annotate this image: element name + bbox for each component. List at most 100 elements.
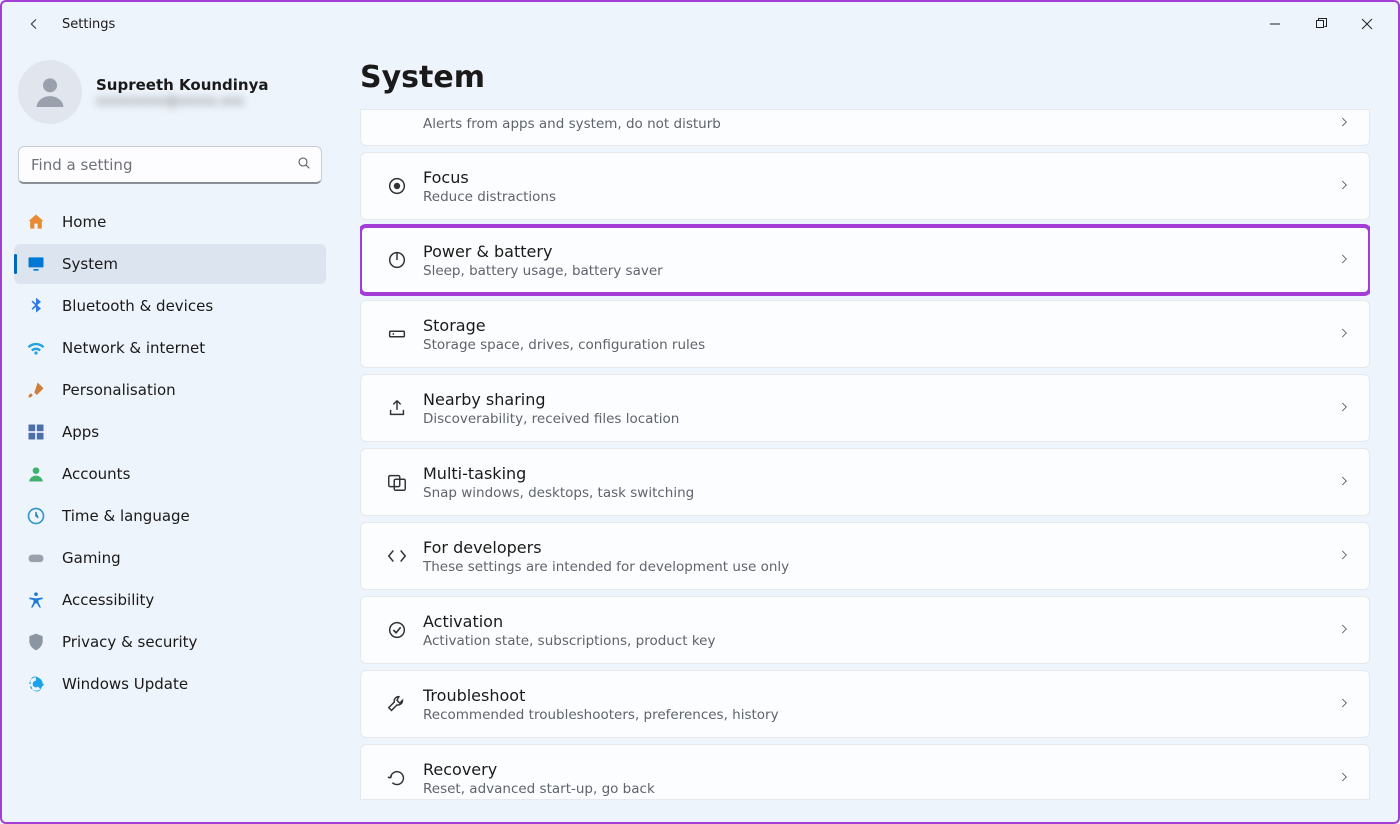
card-subtitle: Alerts from apps and system, do not dist…	[423, 116, 1337, 132]
card-title: Multi-tasking	[423, 463, 1337, 485]
settings-card-troubleshoot[interactable]: TroubleshootRecommended troubleshooters,…	[360, 670, 1370, 738]
chevron-right-icon	[1337, 695, 1351, 714]
chevron-right-icon	[1337, 399, 1351, 418]
avatar	[18, 60, 82, 124]
settings-card-multi-tasking[interactable]: Multi-taskingSnap windows, desktops, tas…	[360, 448, 1370, 516]
settings-card-recovery[interactable]: RecoveryReset, advanced start-up, go bac…	[360, 744, 1370, 800]
search-icon[interactable]	[296, 155, 312, 175]
nav-item-privacy-security[interactable]: Privacy & security	[14, 622, 326, 662]
card-subtitle: These settings are intended for developm…	[423, 559, 1337, 575]
display-icon	[26, 254, 46, 274]
shield-icon	[26, 632, 46, 652]
focus-icon	[377, 175, 417, 197]
multitask-icon	[377, 471, 417, 493]
settings-card-focus[interactable]: FocusReduce distractions	[360, 152, 1370, 220]
card-title: Focus	[423, 167, 1337, 189]
card-subtitle: Snap windows, desktops, task switching	[423, 485, 1337, 501]
share-icon	[377, 397, 417, 419]
wifi-icon	[26, 338, 46, 358]
card-subtitle: Discoverability, received files location	[423, 411, 1337, 427]
nav-item-accounts[interactable]: Accounts	[14, 454, 326, 494]
home-icon	[26, 212, 46, 232]
settings-card-for-developers[interactable]: For developersThese settings are intende…	[360, 522, 1370, 590]
maximize-button[interactable]	[1298, 8, 1344, 40]
wrench-icon	[377, 693, 417, 715]
close-button[interactable]	[1344, 8, 1390, 40]
nav-item-system[interactable]: System	[14, 244, 326, 284]
chevron-right-icon	[1337, 114, 1351, 133]
settings-card-alerts-from-apps-and-system-do-not-disturb[interactable]: Alerts from apps and system, do not dist…	[360, 109, 1370, 146]
profile-email: xxxxxxxxx@xxxxx.xxx	[96, 94, 269, 109]
settings-card-activation[interactable]: ActivationActivation state, subscription…	[360, 596, 1370, 664]
chevron-right-icon	[1337, 547, 1351, 566]
card-subtitle: Reduce distractions	[423, 189, 1337, 205]
nav-item-label: Privacy & security	[62, 633, 197, 651]
accessibility-icon	[26, 590, 46, 610]
card-title: Power & battery	[423, 241, 1337, 263]
nav-list: Home System Bluetooth & devices Network & i…	[14, 202, 326, 704]
nav-item-label: System	[62, 255, 118, 273]
card-title: Activation	[423, 611, 1337, 633]
nav-item-label: Time & language	[62, 507, 190, 525]
card-subtitle: Sleep, battery usage, battery saver	[423, 263, 1337, 279]
apps-icon	[26, 422, 46, 442]
nav-item-label: Windows Update	[62, 675, 188, 693]
page-title: System	[360, 60, 1370, 95]
main-content: System Alerts from apps and system, do n…	[338, 46, 1398, 822]
nav-item-label: Accessibility	[62, 591, 154, 609]
nav-item-network-internet[interactable]: Network & internet	[14, 328, 326, 368]
card-title: For developers	[423, 537, 1337, 559]
window-title: Settings	[62, 17, 115, 32]
power-icon	[377, 249, 417, 271]
recovery-icon	[377, 767, 417, 789]
nav-item-time-language[interactable]: Time & language	[14, 496, 326, 536]
chevron-right-icon	[1337, 473, 1351, 492]
settings-card-list: Alerts from apps and system, do not dist…	[360, 109, 1370, 822]
settings-card-power-battery[interactable]: Power & batterySleep, battery usage, bat…	[360, 226, 1370, 294]
card-subtitle: Recommended troubleshooters, preferences…	[423, 707, 1337, 723]
nav-item-label: Accounts	[62, 465, 130, 483]
titlebar: Settings	[2, 2, 1398, 46]
search-input[interactable]	[18, 146, 322, 184]
nav-item-accessibility[interactable]: Accessibility	[14, 580, 326, 620]
chevron-right-icon	[1337, 621, 1351, 640]
person-icon	[26, 464, 46, 484]
nav-item-label: Gaming	[62, 549, 121, 567]
chevron-right-icon	[1337, 177, 1351, 196]
minimize-button[interactable]	[1252, 8, 1298, 40]
update-icon	[26, 674, 46, 694]
profile-name: Supreeth Koundinya	[96, 76, 269, 94]
brush-icon	[26, 380, 46, 400]
nav-item-bluetooth-devices[interactable]: Bluetooth & devices	[14, 286, 326, 326]
nav-item-gaming[interactable]: Gaming	[14, 538, 326, 578]
nav-item-apps[interactable]: Apps	[14, 412, 326, 452]
dev-icon	[377, 545, 417, 567]
chevron-right-icon	[1337, 251, 1351, 270]
card-subtitle: Storage space, drives, configuration rul…	[423, 337, 1337, 353]
nav-item-label: Network & internet	[62, 339, 205, 357]
chevron-right-icon	[1337, 325, 1351, 344]
chevron-right-icon	[1337, 769, 1351, 788]
bluetooth-icon	[26, 296, 46, 316]
nav-item-label: Home	[62, 213, 106, 231]
profile-block[interactable]: Supreeth Koundinya xxxxxxxxx@xxxxx.xxx	[14, 54, 326, 142]
settings-card-nearby-sharing[interactable]: Nearby sharingDiscoverability, received …	[360, 374, 1370, 442]
clock-globe-icon	[26, 506, 46, 526]
card-subtitle: Activation state, subscriptions, product…	[423, 633, 1337, 649]
nav-item-label: Apps	[62, 423, 99, 441]
storage-icon	[377, 323, 417, 345]
nav-item-personalisation[interactable]: Personalisation	[14, 370, 326, 410]
card-subtitle: Reset, advanced start-up, go back	[423, 781, 1337, 797]
nav-item-label: Bluetooth & devices	[62, 297, 213, 315]
nav-item-windows-update[interactable]: Windows Update	[14, 664, 326, 704]
gamepad-icon	[26, 548, 46, 568]
search-container	[18, 146, 322, 184]
back-button[interactable]	[18, 8, 50, 40]
card-title: Nearby sharing	[423, 389, 1337, 411]
settings-card-storage[interactable]: StorageStorage space, drives, configurat…	[360, 300, 1370, 368]
nav-item-label: Personalisation	[62, 381, 176, 399]
nav-item-home[interactable]: Home	[14, 202, 326, 242]
card-title: Troubleshoot	[423, 685, 1337, 707]
sidebar: Supreeth Koundinya xxxxxxxxx@xxxxx.xxx H…	[2, 46, 338, 822]
card-title: Recovery	[423, 759, 1337, 781]
